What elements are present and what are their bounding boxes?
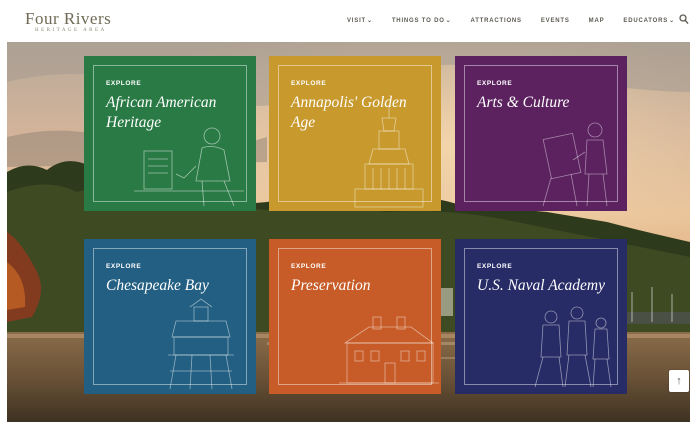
- logo-tagline: HERITAGE AREA: [35, 28, 107, 33]
- midshipmen-illustration: [534, 306, 612, 388]
- nav-item-label: ATTRACTIONS: [470, 17, 522, 24]
- scroll-to-top-button[interactable]: ↑: [669, 370, 689, 392]
- nav-item-educators[interactable]: EDUCATORS⌄: [623, 17, 674, 24]
- nav-item-label: THINGS TO DO: [391, 18, 445, 24]
- nav-item-visit[interactable]: VISIT⌄: [347, 17, 373, 24]
- tile-arts-culture[interactable]: EXPLORE Arts & Culture: [455, 56, 627, 211]
- site-header: Four Rivers HERITAGE AREA VISIT⌄ THINGS …: [7, 0, 690, 42]
- tile-preservation[interactable]: EXPLORE Preservation: [269, 239, 441, 394]
- nav-item-map[interactable]: MAP: [589, 18, 605, 24]
- chevron-down-icon: ⌄: [669, 18, 675, 24]
- hero-background: EXPLORE African American Heritage EXPLOR…: [7, 42, 690, 422]
- lighthouse-illustration: [168, 298, 234, 390]
- search-icon[interactable]: [679, 14, 689, 25]
- state-house-dome-illustration: [354, 106, 424, 208]
- arrow-up-icon: ↑: [676, 375, 682, 387]
- nav-item-label: MAP: [588, 17, 605, 24]
- site-logo[interactable]: Four Rivers HERITAGE AREA: [25, 10, 111, 33]
- tile-african-american-heritage[interactable]: EXPLORE African American Heritage: [84, 56, 256, 211]
- historic-house-illustration: [339, 316, 439, 384]
- painter-illustration: [542, 122, 608, 207]
- nav-item-label: EVENTS: [540, 17, 570, 24]
- tile-chesapeake-bay[interactable]: EXPLORE Chesapeake Bay: [84, 239, 256, 394]
- nav-item-attractions[interactable]: ATTRACTIONS: [471, 18, 522, 24]
- nav-item-label: VISIT: [347, 18, 367, 24]
- nav-item-label: EDUCATORS: [623, 18, 669, 24]
- tile-us-naval-academy[interactable]: EXPLORE U.S. Naval Academy: [455, 239, 627, 394]
- tile-annapolis-golden-age[interactable]: EXPLORE Annapolis' Golden Age: [269, 56, 441, 211]
- man-reading-illustration: [134, 127, 244, 207]
- main-nav: VISIT⌄ THINGS TO DO⌄ ATTRACTIONS EVENTS …: [347, 17, 690, 25]
- nav-item-events[interactable]: EVENTS: [541, 18, 570, 24]
- logo-wordmark: Four Rivers: [25, 9, 112, 28]
- nav-item-things-to-do[interactable]: THINGS TO DO⌄: [392, 17, 452, 24]
- chevron-down-icon: ⌄: [445, 18, 452, 24]
- page-frame: Four Rivers HERITAGE AREA VISIT⌄ THINGS …: [7, 0, 690, 422]
- chevron-down-icon: ⌄: [367, 18, 373, 24]
